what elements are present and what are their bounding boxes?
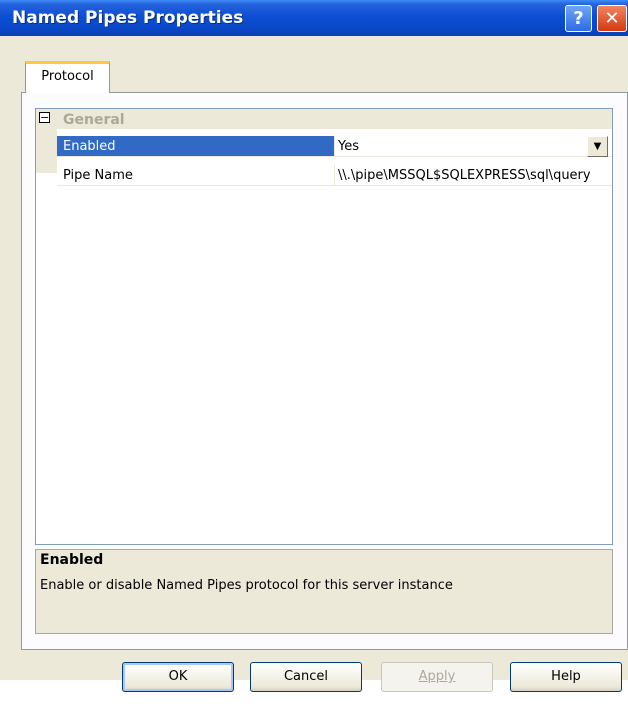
apply-button[interactable]: Apply xyxy=(381,662,493,692)
grid-gutter xyxy=(36,129,57,173)
apply-label: Apply xyxy=(418,669,456,684)
tab-protocol[interactable]: Protocol xyxy=(25,61,110,93)
help-icon[interactable]: ? xyxy=(565,5,592,32)
window-title: Named Pipes Properties xyxy=(12,8,244,28)
property-row-enabled[interactable]: Enabled Yes xyxy=(57,136,612,158)
title-bar[interactable]: Named Pipes Properties ? ✕ xyxy=(0,0,628,36)
close-icon[interactable]: ✕ xyxy=(597,5,627,32)
dialog-window: Named Pipes Properties ? ✕ Protocol − Ge… xyxy=(0,0,628,692)
category-row-general[interactable]: − General xyxy=(36,109,612,129)
property-row-pipe-name[interactable]: Pipe Name \\.\pipe\MSSQL$SQLEXPRESS\sql\… xyxy=(57,165,612,187)
description-panel: Enabled Enable or disable Named Pipes pr… xyxy=(35,549,613,634)
help-button[interactable]: Help xyxy=(510,662,622,692)
property-grid: − General Enabled Yes ▼ Pipe Name \\.\pi… xyxy=(35,108,613,545)
category-label: General xyxy=(63,112,125,128)
property-value[interactable]: \\.\pipe\MSSQL$SQLEXPRESS\sql\query xyxy=(335,165,612,186)
property-name: Enabled xyxy=(57,136,335,157)
description-text: Enable or disable Named Pipes protocol f… xyxy=(40,578,453,593)
cancel-button[interactable]: Cancel xyxy=(250,662,362,692)
collapse-icon[interactable]: − xyxy=(39,112,50,123)
ok-button[interactable]: OK xyxy=(122,662,234,692)
description-title: Enabled xyxy=(40,552,104,568)
property-name: Pipe Name xyxy=(57,165,335,186)
chevron-down-icon[interactable]: ▼ xyxy=(587,136,608,157)
property-value[interactable]: Yes xyxy=(335,136,612,157)
